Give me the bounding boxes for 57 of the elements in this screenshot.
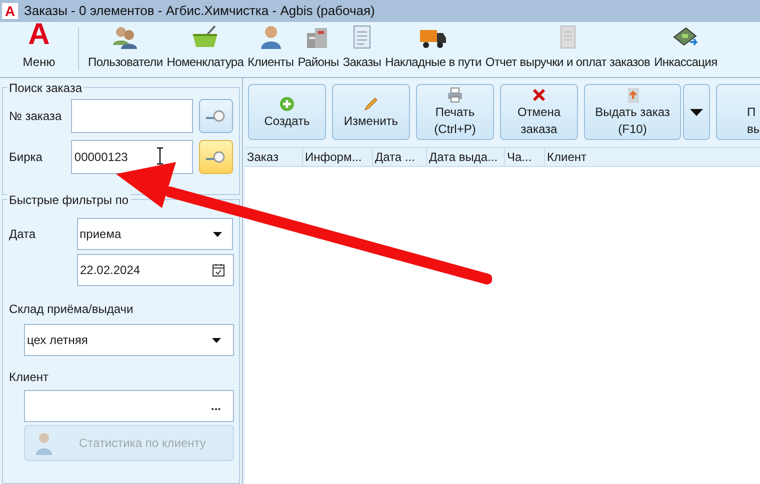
document-icon [352,25,372,49]
field-label: Склад приёма/выдачи [9,301,134,318]
dropdown-arrow-icon [212,338,221,342]
window-title: Заказы - 0 элементов - Агбис.Химчистка - Agbis (рабочая) [24,2,375,20]
dropdown-arrow-icon [213,232,222,236]
column-header[interactable]: Дата ... [373,148,427,166]
printer-icon [447,87,463,103]
column-header[interactable]: Клиент [545,148,625,166]
action-button[interactable]: П вы [716,84,760,140]
search-button[interactable] [199,99,233,133]
column-header[interactable]: Ча... [505,148,545,166]
dropdown-arrow-icon [690,108,703,116]
date-type-dropdown[interactable]: приема [76,218,233,250]
action-button[interactable]: Создать [248,84,326,140]
person-icon [35,431,53,455]
app-logo: A [2,3,18,19]
action-button[interactable]: Отмена заказа [500,84,578,140]
toolbar-button[interactable]: Заказы [340,23,384,71]
dropdown-button[interactable] [683,84,710,140]
field-label: Клиент [9,369,50,386]
column-header[interactable]: Дата выда... [427,148,505,166]
field-label: № заказа [9,108,63,125]
column-header[interactable]: Информ... [303,148,373,166]
toolbar-button[interactable]: Клиенты [246,23,296,71]
input-field[interactable]: 00000123 [71,140,194,174]
action-button[interactable]: Печать (Ctrl+P) [416,84,494,140]
document-icon [558,25,577,49]
field-label: Дата [9,226,37,243]
column-header[interactable]: Заказ [245,148,303,166]
group-title: Быстрые фильтры по [7,191,130,209]
date-field[interactable]: 22.02.2024 [77,254,234,286]
search-icon [205,151,228,163]
field-label: Бирка [9,149,44,166]
text-cursor-icon [156,147,164,165]
toolbar-button[interactable]: Номенклатура [164,23,246,71]
toolbar-button[interactable]: Пользователи [86,23,165,71]
person-icon [260,25,282,49]
action-button[interactable]: Изменить [332,84,410,140]
input-field[interactable] [71,99,194,133]
add-icon [279,96,295,112]
browse-button[interactable]: ... [210,400,221,412]
menu-button[interactable]: A Меню [0,20,78,71]
calendar-icon [212,263,225,277]
warehouse-dropdown[interactable]: цех летняя [24,324,234,356]
basket-icon [191,25,220,49]
pencil-icon [363,96,379,112]
toolbar-button[interactable]: Районы [296,23,341,71]
search-icon [205,110,228,122]
search-button[interactable] [199,140,233,174]
users-icon [112,25,138,49]
client-field[interactable]: ... [24,390,234,422]
toolbar-button[interactable]: Инкассация [652,23,720,71]
toolbar-button[interactable]: Накладные в пути [383,23,484,71]
truck-icon [419,27,448,49]
action-button[interactable]: Выдать заказ (F10) [584,84,681,140]
close-icon [531,87,547,103]
toolbar-button[interactable]: Отчет выручки и оплат заказов [483,23,652,71]
